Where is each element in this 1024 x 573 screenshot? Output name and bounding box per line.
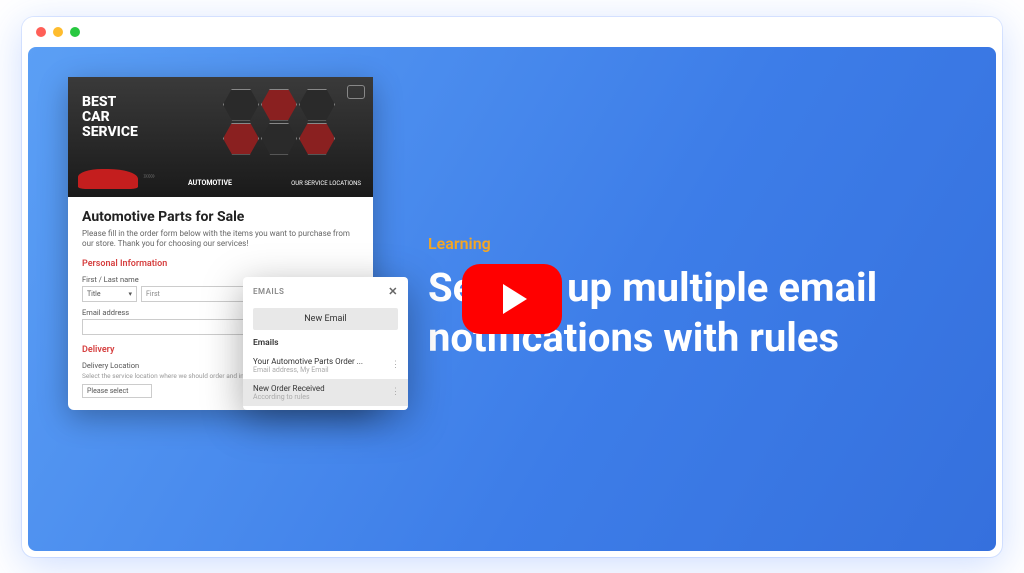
new-email-button[interactable]: New Email [253, 308, 398, 330]
hex-grid [223, 89, 363, 155]
arrows-icon: »»» [143, 171, 154, 182]
emails-panel-title: EMAILS [253, 287, 284, 296]
more-icon[interactable]: ⋮ [391, 360, 400, 370]
chevron-down-icon: ▾ [128, 290, 132, 298]
video-thumbnail[interactable]: BEST CAR SERVICE »»» AUTOMOTIVE OUR SERV… [28, 47, 996, 551]
play-button[interactable] [462, 264, 562, 334]
title-select[interactable]: Title▾ [82, 286, 137, 302]
automotive-label: AUTOMOTIVE [188, 179, 232, 187]
form-banner: BEST CAR SERVICE »»» AUTOMOTIVE OUR SERV… [68, 77, 373, 197]
video-category: Learning [428, 234, 996, 253]
browser-window: BEST CAR SERVICE »»» AUTOMOTIVE OUR SERV… [22, 17, 1002, 557]
browser-titlebar [22, 17, 1002, 47]
maximize-window-icon[interactable] [70, 27, 80, 37]
minimize-window-icon[interactable] [53, 27, 63, 37]
email-item[interactable]: New Order Received According to rules ⋮ [243, 379, 408, 406]
form-preview-panel: BEST CAR SERVICE »»» AUTOMOTIVE OUR SERV… [28, 47, 378, 551]
banner-title: BEST CAR SERVICE [82, 95, 138, 141]
form-description: Please fill in the order form below with… [82, 229, 359, 250]
car-illustration [78, 169, 138, 189]
first-name-input[interactable]: First [141, 286, 248, 302]
close-window-icon[interactable] [36, 27, 46, 37]
form-title: Automotive Parts for Sale [82, 209, 359, 225]
locations-label: OUR SERVICE LOCATIONS [291, 180, 361, 187]
form-card: BEST CAR SERVICE »»» AUTOMOTIVE OUR SERV… [68, 77, 373, 411]
email-item[interactable]: Your Automotive Parts Order ... Email ad… [243, 352, 408, 379]
emails-popup: EMAILS ✕ New Email Emails Your Automotiv… [243, 277, 408, 410]
play-icon [503, 284, 527, 314]
location-select[interactable]: Please select [82, 384, 152, 398]
more-icon[interactable]: ⋮ [391, 387, 400, 397]
emails-section-label: Emails [243, 338, 408, 352]
personal-info-section: Personal Information [82, 259, 359, 269]
close-icon[interactable]: ✕ [388, 285, 398, 298]
